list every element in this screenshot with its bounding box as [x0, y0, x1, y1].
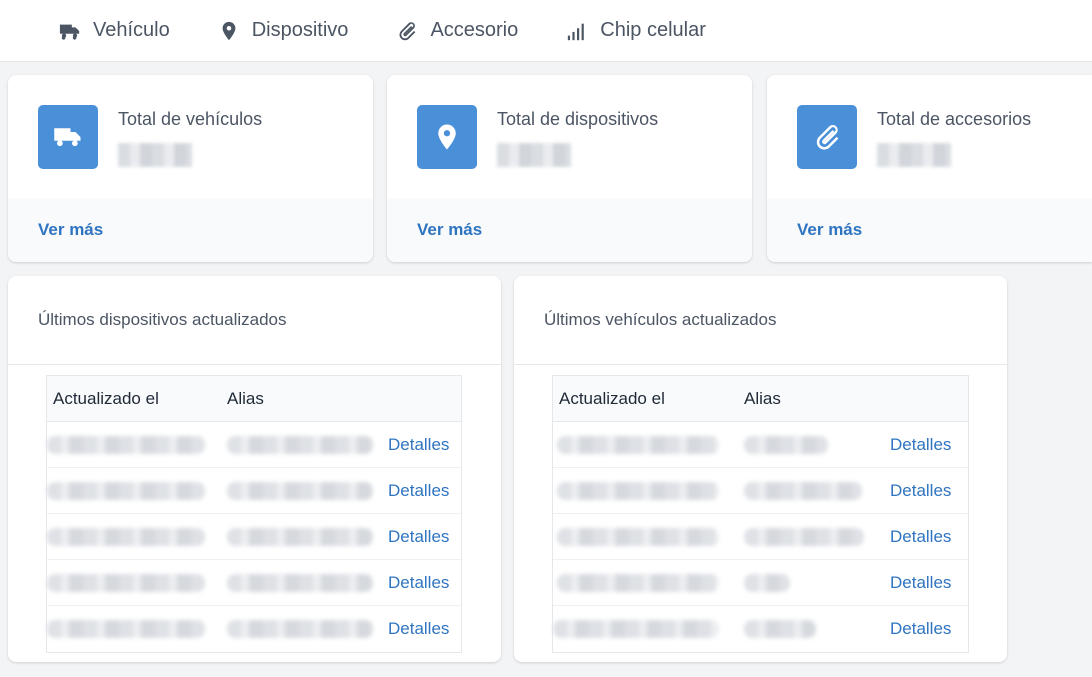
nav-item-dispositivo[interactable]: Dispositivo	[217, 19, 349, 43]
redacted-date	[47, 436, 205, 454]
details-link[interactable]: Detalles	[890, 573, 951, 593]
redacted-alias	[744, 528, 864, 546]
table-row: Detalles	[47, 606, 461, 652]
table-row: Detalles	[553, 606, 968, 652]
stat-value-redacted	[877, 143, 951, 167]
nav-label: Dispositivo	[251, 19, 349, 41]
details-link[interactable]: Detalles	[890, 619, 951, 639]
redacted-date	[557, 574, 719, 592]
nav-item-accesorio[interactable]: Accesorio	[395, 19, 518, 43]
redacted-date	[47, 574, 205, 592]
stat-value-redacted	[118, 143, 192, 167]
stat-value-redacted	[497, 143, 571, 167]
nav-item-vehiculo[interactable]: Vehículo	[58, 19, 170, 43]
stat-title: Total de dispositivos	[497, 109, 659, 129]
paperclip-icon	[797, 105, 857, 169]
redacted-date	[557, 482, 719, 500]
details-link[interactable]: Detalles	[388, 435, 449, 455]
redacted-alias	[744, 436, 828, 454]
table-header: Actualizado el Alias	[553, 376, 968, 422]
redacted-alias	[227, 528, 373, 546]
redacted-date	[557, 436, 719, 454]
card-title: Últimos vehículos actualizados	[514, 276, 1007, 365]
ver-mas-link[interactable]: Ver más	[38, 220, 103, 240]
stat-card-vehiculos: Total de vehículos Ver más	[8, 75, 373, 262]
nav-label: Vehículo	[93, 19, 170, 41]
ver-mas-link[interactable]: Ver más	[417, 220, 482, 240]
vehicles-table: Actualizado el Alias Detalles Detalles D…	[552, 375, 969, 653]
table-row: Detalles	[47, 514, 461, 560]
redacted-alias	[227, 574, 373, 592]
table-row: Detalles	[47, 468, 461, 514]
column-header-alias: Alias	[744, 388, 781, 408]
table-row: Detalles	[553, 422, 968, 468]
stat-footer: Ver más	[387, 198, 752, 262]
details-link[interactable]: Detalles	[388, 481, 449, 501]
redacted-date	[553, 620, 719, 638]
latest-devices-card: Últimos dispositivos actualizados Actual…	[8, 276, 501, 662]
details-link[interactable]: Detalles	[388, 619, 449, 639]
stat-body: Total de dispositivos	[387, 75, 752, 198]
table-header: Actualizado el Alias	[47, 376, 461, 422]
table-row: Detalles	[47, 560, 461, 606]
stat-footer: Ver más	[767, 198, 1092, 262]
details-link[interactable]: Detalles	[890, 435, 951, 455]
column-header-alias: Alias	[227, 388, 264, 408]
redacted-alias	[227, 482, 373, 500]
redacted-alias	[227, 436, 373, 454]
devices-table: Actualizado el Alias Detalles Detalles D…	[46, 375, 462, 653]
redacted-date	[557, 528, 719, 546]
stat-body: Total de accesorios	[767, 75, 1092, 198]
redacted-alias	[227, 620, 373, 638]
stat-card-dispositivos: Total de dispositivos Ver más	[387, 75, 752, 262]
redacted-date	[47, 528, 205, 546]
latest-vehicles-card: Últimos vehículos actualizados Actualiza…	[514, 276, 1007, 662]
truck-icon	[38, 105, 98, 169]
redacted-alias	[744, 620, 816, 638]
stat-footer: Ver más	[8, 198, 373, 262]
details-link[interactable]: Detalles	[388, 573, 449, 593]
map-pin-icon	[417, 105, 477, 169]
stat-title: Total de vehículos	[118, 109, 263, 129]
redacted-date	[47, 482, 205, 500]
nav-label: Accesorio	[430, 19, 519, 41]
redacted-alias	[744, 482, 862, 500]
table-row: Detalles	[553, 560, 968, 606]
nav-label: Chip celular	[600, 19, 706, 41]
stat-title: Total de accesorios	[877, 109, 1032, 129]
redacted-date	[47, 620, 205, 638]
table-row: Detalles	[47, 422, 461, 468]
column-header-updated: Actualizado el	[559, 388, 665, 408]
table-row: Detalles	[553, 514, 968, 560]
details-link[interactable]: Detalles	[890, 527, 951, 547]
stat-body: Total de vehículos	[8, 75, 373, 198]
truck-icon	[58, 19, 82, 43]
stat-card-accesorios: Total de accesorios Ver más	[767, 75, 1092, 262]
redacted-alias	[744, 574, 790, 592]
top-navigation: Vehículo Dispositivo Accesorio Chip celu…	[0, 0, 1092, 62]
table-row: Detalles	[553, 468, 968, 514]
card-title: Últimos dispositivos actualizados	[8, 276, 501, 365]
map-pin-icon	[217, 19, 241, 43]
details-link[interactable]: Detalles	[388, 527, 449, 547]
ver-mas-link[interactable]: Ver más	[797, 220, 862, 240]
column-header-updated: Actualizado el	[53, 388, 159, 408]
nav-item-chip-celular[interactable]: Chip celular	[565, 19, 706, 43]
signal-icon	[565, 19, 589, 43]
paperclip-icon	[395, 19, 419, 43]
details-link[interactable]: Detalles	[890, 481, 951, 501]
